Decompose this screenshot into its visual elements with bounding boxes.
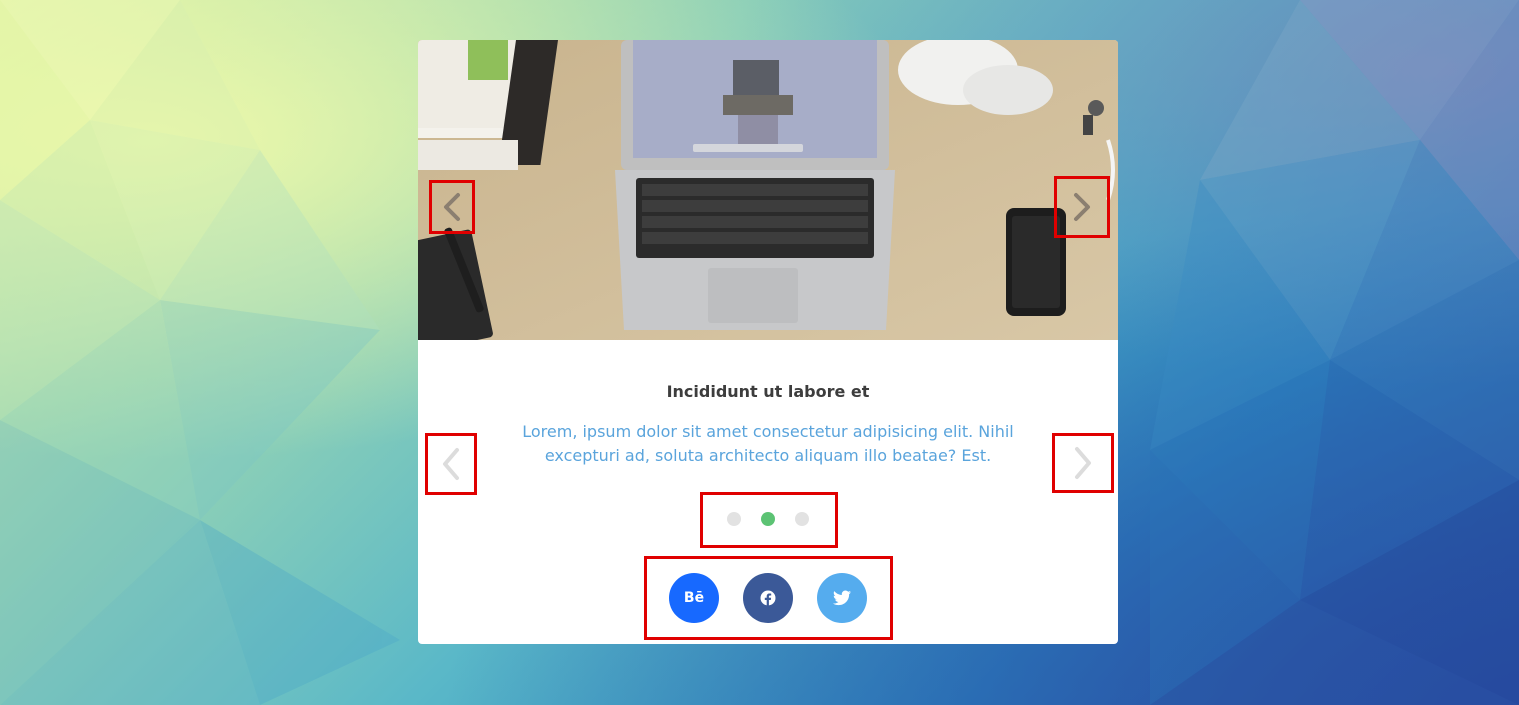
social-links: Bē xyxy=(644,556,892,640)
chevron-right-icon xyxy=(1075,447,1091,479)
behance-button[interactable]: Bē xyxy=(669,573,719,623)
behance-icon: Bē xyxy=(683,590,705,606)
pagination-dots xyxy=(700,492,836,546)
pagination-dot-1[interactable] xyxy=(727,512,741,526)
image-next-button[interactable] xyxy=(1054,176,1110,238)
pagination-dot-3[interactable] xyxy=(795,512,809,526)
laptop-on-desk-photo xyxy=(418,40,1118,340)
hero-image xyxy=(418,40,1118,340)
chevron-right-icon xyxy=(1074,193,1090,221)
facebook-button[interactable] xyxy=(743,573,793,623)
twitter-button[interactable] xyxy=(817,573,867,623)
text-next-button[interactable] xyxy=(1052,433,1114,493)
chevron-left-icon xyxy=(444,193,460,221)
pagination-dot-2[interactable] xyxy=(761,512,775,526)
slider-card: Incididunt ut labore et Lorem, ipsum dol… xyxy=(418,40,1118,644)
text-prev-button[interactable] xyxy=(425,433,477,495)
slide-description: Lorem, ipsum dolor sit amet consectetur … xyxy=(522,422,1014,465)
facebook-icon xyxy=(760,590,776,606)
image-prev-button[interactable] xyxy=(429,180,475,234)
twitter-icon xyxy=(833,590,851,606)
slide-title: Incididunt ut labore et xyxy=(666,382,870,401)
chevron-left-icon xyxy=(443,448,459,480)
